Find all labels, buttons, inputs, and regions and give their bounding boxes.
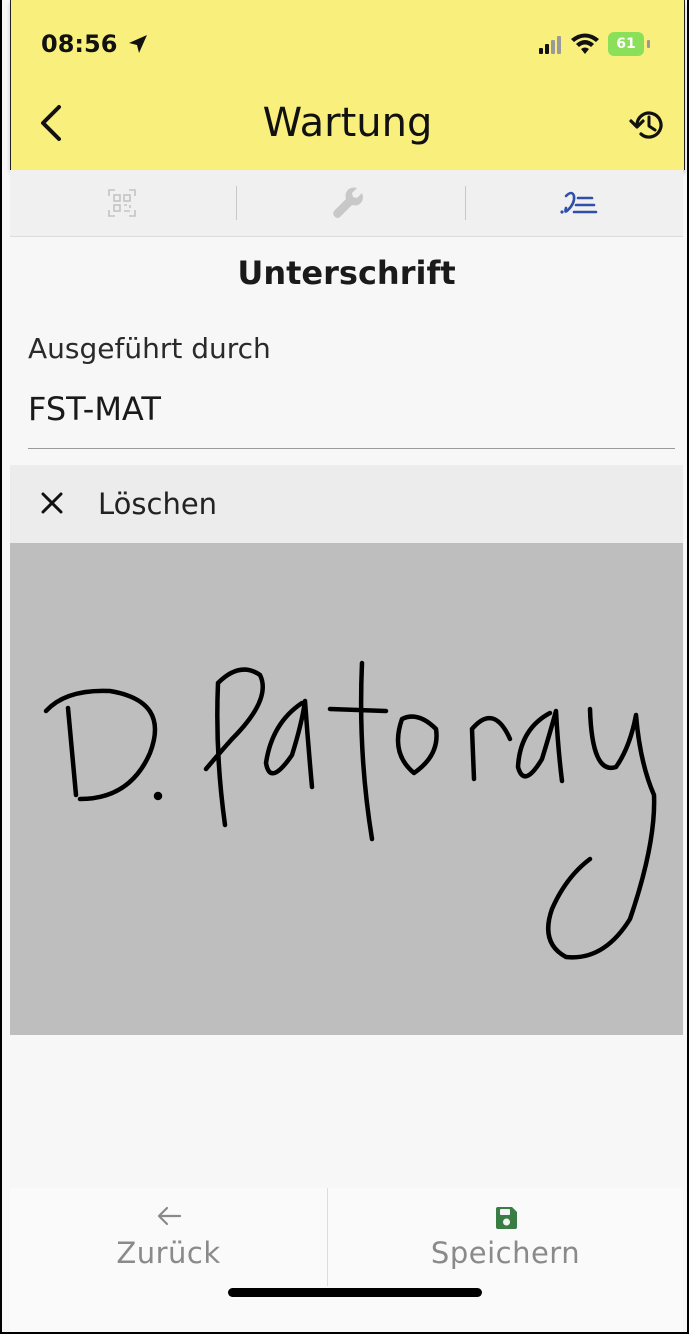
signature-pad[interactable] — [10, 543, 683, 1035]
clear-signature-button[interactable]: Löschen — [10, 465, 683, 543]
wifi-icon — [571, 33, 599, 54]
home-indicator — [228, 1288, 482, 1297]
location-arrow-icon — [129, 35, 147, 53]
tab-signature[interactable] — [466, 170, 687, 236]
save-button-label: Speichern — [430, 1236, 581, 1270]
arrow-left-icon — [157, 1206, 181, 1226]
qr-code-icon — [108, 189, 136, 217]
floppy-disk-icon — [495, 1207, 517, 1229]
battery-tip — [647, 40, 650, 48]
signature-icon — [560, 191, 598, 214]
section-title: Unterschrift — [237, 254, 456, 292]
history-icon[interactable] — [629, 106, 667, 144]
field-underline — [28, 448, 675, 449]
cellular-signal-icon — [539, 36, 561, 54]
tab-scan[interactable] — [10, 170, 234, 236]
wrench-icon — [333, 187, 363, 218]
step-tabs — [10, 170, 683, 237]
battery-level: 61 — [616, 36, 636, 52]
back-button[interactable]: Zurück — [10, 1188, 327, 1286]
status-time: 08:56 — [41, 30, 118, 58]
clear-signature-label: Löschen — [98, 487, 218, 521]
bottom-action-bar: Zurück Speichern — [10, 1188, 683, 1332]
tab-maintenance[interactable] — [236, 170, 460, 236]
signature-stroke — [43, 660, 657, 960]
battery-indicator: 61 — [608, 32, 644, 56]
page-title: Wartung — [262, 100, 433, 146]
app-screen: 08:56 61 Wartung Unterschrift Ausgeführt… — [0, 0, 689, 1334]
app-header: 08:56 61 Wartung — [10, 0, 685, 170]
close-icon — [41, 492, 63, 514]
executed-by-field[interactable]: FST-MAT — [28, 390, 161, 428]
executed-by-label: Ausgeführt durch — [28, 332, 271, 365]
save-button[interactable]: Speichern — [328, 1188, 683, 1286]
back-button-label: Zurück — [116, 1236, 221, 1270]
